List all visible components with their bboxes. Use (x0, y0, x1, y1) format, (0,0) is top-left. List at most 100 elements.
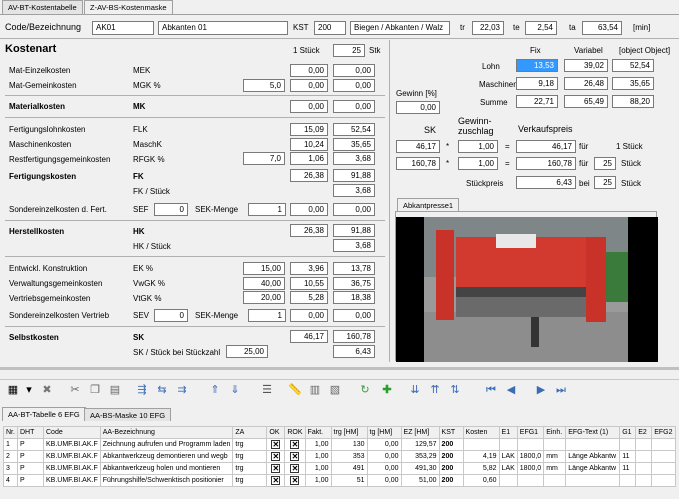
table-cell[interactable]: LAK (498, 462, 518, 475)
ek-v2[interactable]: 13,78 (333, 262, 375, 275)
checkbox-icon[interactable]: ✕ (290, 440, 300, 449)
tab-aa-bt-tabelle[interactable]: AA-BT-Tabelle 6 EFG (2, 407, 86, 421)
mek-v1[interactable]: 0,00 (290, 64, 328, 77)
column-header[interactable]: ZA (232, 426, 268, 439)
table-cell[interactable]: 51 (330, 474, 368, 487)
sort-asc-icon[interactable]: ⇊ (408, 383, 422, 397)
column-header[interactable]: EZ [HM] (400, 426, 440, 439)
column-header[interactable]: Code (43, 426, 101, 439)
tab-kostentabelle[interactable]: AV-BT-Kostentabelle (2, 0, 83, 14)
table-cell[interactable]: 5,82 (462, 462, 500, 475)
column-header[interactable]: Fakt. (304, 426, 332, 439)
table-cell[interactable]: 1,00 (304, 474, 332, 487)
table-cell[interactable]: 11 (619, 462, 637, 475)
table-cell[interactable]: 1800,0 (516, 462, 545, 475)
table-cell[interactable]: 51,00 (400, 474, 440, 487)
table-cell[interactable]: 353 (330, 450, 368, 463)
table-cell[interactable]: trg (232, 450, 268, 463)
hkst-v2[interactable]: 3,68 (333, 239, 375, 252)
vwgk-v2[interactable]: 36,75 (333, 277, 375, 290)
table-cell[interactable] (543, 474, 567, 487)
tools-icon[interactable]: ✖ (40, 383, 54, 397)
table-cell[interactable]: 1 (3, 438, 18, 451)
kst-field[interactable]: 200 (314, 21, 346, 35)
column-header[interactable]: DHT (17, 426, 44, 439)
table-cell[interactable] (516, 438, 545, 451)
checkbox-icon[interactable]: ✕ (290, 476, 300, 485)
insert-col-icon[interactable]: ⇆ (155, 383, 169, 397)
qty-field[interactable]: 25 (333, 44, 365, 57)
table-cell[interactable] (498, 438, 518, 451)
first-record-icon[interactable]: ⏮ (484, 383, 498, 397)
maschinen-fix[interactable]: 9,18 (516, 77, 558, 90)
r2-qty[interactable]: 25 (594, 157, 616, 170)
table-cell[interactable]: Länge Abkantw (565, 462, 621, 475)
stueckpreis-field[interactable]: 6,43 (516, 176, 576, 189)
name-field[interactable]: Abkanten 01 (158, 21, 288, 35)
column-header[interactable]: Einh. (543, 426, 567, 439)
r1-z[interactable]: 1,00 (458, 140, 498, 153)
move-up-icon[interactable]: ⇑ (208, 383, 222, 397)
maschk-v2[interactable]: 35,65 (333, 138, 375, 151)
flk-v1[interactable]: 15,09 (290, 123, 328, 136)
column-header[interactable]: E2 (635, 426, 653, 439)
fk-v2[interactable]: 91,88 (333, 169, 375, 182)
image-tab[interactable]: Abkantpresse1 (397, 198, 460, 212)
r1-vk[interactable]: 46,17 (516, 140, 576, 153)
table-cell[interactable]: 4 (3, 474, 18, 487)
table-cell[interactable] (619, 438, 637, 451)
table-row[interactable]: 2 P KB.UMF.BI.AK.F Abkantwerkzeug demontier… (3, 450, 676, 463)
refresh-icon[interactable]: ↻ (358, 383, 372, 397)
summe-var[interactable]: 65,49 (564, 95, 608, 108)
rfgk-v1[interactable]: 1,06 (290, 152, 328, 165)
copy-icon[interactable]: ❐ (88, 383, 102, 397)
flk-v2[interactable]: 52,54 (333, 123, 375, 136)
r2-sk[interactable]: 160,78 (396, 157, 440, 170)
next-record-icon[interactable]: ▶ (534, 383, 548, 397)
vtgk-v2[interactable]: 18,38 (333, 291, 375, 304)
sef-v1[interactable]: 0,00 (290, 203, 328, 216)
table-cell[interactable]: trg (232, 462, 268, 475)
skst-qty[interactable]: 25,00 (226, 345, 268, 358)
table-cell[interactable]: 11 (619, 450, 637, 463)
sev-menge[interactable]: 1 (248, 309, 286, 322)
sef-menge[interactable]: 1 (248, 203, 286, 216)
sef-v2[interactable]: 0,00 (333, 203, 375, 216)
table-cell[interactable] (651, 462, 676, 475)
grid-icon[interactable]: ▦ (6, 383, 20, 397)
r2-z[interactable]: 1,00 (458, 157, 498, 170)
hk-v1[interactable]: 26,38 (290, 224, 328, 237)
table-cell[interactable]: KB.UMF.BI.AK.F (43, 474, 101, 487)
column-header[interactable]: EFG1 (516, 426, 545, 439)
table-cell[interactable]: 0,00 (366, 438, 402, 451)
table-cell[interactable]: Abkantwerkzeug demontieren und wegb (99, 450, 234, 463)
column-header[interactable]: Nr. (3, 426, 18, 439)
table-cell[interactable] (635, 462, 653, 475)
table-cell[interactable]: 200 (438, 474, 464, 487)
table-row[interactable]: 3 P KB.UMF.BI.AK.F Abkantwerkzeug holen und… (3, 462, 676, 475)
table-cell[interactable]: 0,60 (462, 474, 500, 487)
column-header[interactable]: tg [HM] (366, 426, 402, 439)
table-cell[interactable]: Länge Abkantw (565, 450, 621, 463)
table-cell[interactable]: 4,19 (462, 450, 500, 463)
skst-v2[interactable]: 6,43 (333, 345, 375, 358)
stueckpreis-qty[interactable]: 25 (594, 176, 616, 189)
table-cell[interactable]: LAK (498, 450, 518, 463)
column-header[interactable]: G1 (619, 426, 637, 439)
lohn-var[interactable]: 39,02 (564, 59, 608, 72)
dropdown-icon[interactable]: ▾ (22, 383, 36, 397)
table-cell[interactable]: 200 (438, 450, 464, 463)
table-cell[interactable]: mm (543, 462, 567, 475)
table-cell[interactable] (565, 438, 621, 451)
tab-aa-bs-maske[interactable]: AA-BS-Maske 10 EFG (84, 408, 172, 421)
sef-field[interactable]: 0 (154, 203, 188, 216)
fk-v1[interactable]: 26,38 (290, 169, 328, 182)
maschinen-var[interactable]: 26,48 (564, 77, 608, 90)
lohn-fix[interactable]: 13,53 (516, 59, 558, 72)
mgk-v1[interactable]: 0,00 (290, 79, 328, 92)
table-cell[interactable]: Führungshilfe/Schwenktisch positionier (99, 474, 234, 487)
r1-sk[interactable]: 46,17 (396, 140, 440, 153)
gewinn-field[interactable]: 0,00 (396, 101, 440, 114)
column-header[interactable]: EFG-Text (1) (565, 426, 621, 439)
column-header[interactable]: E1 (498, 426, 518, 439)
